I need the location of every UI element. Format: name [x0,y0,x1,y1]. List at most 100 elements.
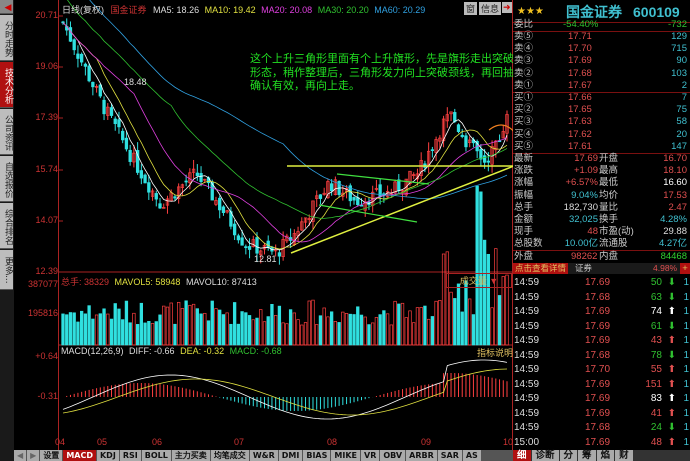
diff-line [62,359,508,420]
trade-row: 14:59 17.69 43 ⬆ 1 [514,335,689,346]
ma10-label: MA10: 19.42 [204,5,256,15]
volume-bar [352,314,356,346]
candle-body [139,170,144,179]
stat-value: +1.09 [573,165,598,177]
volume-bar [203,312,207,346]
sidebar-tab[interactable]: 技术分析 [0,62,13,108]
level-price: 17.70 [568,43,592,55]
trade-volume: 61 [650,320,662,332]
indicator-tab[interactable]: W&R [249,450,278,461]
stat-value: 4.27亿 [659,238,687,250]
volume-bar [307,300,311,346]
indicator-tab[interactable]: 设置 [40,450,63,461]
indicator-tab[interactable]: MACD [63,450,96,461]
volume-bar [173,323,177,346]
stat-value: 10.00亿 [564,238,598,250]
volume-bar [441,253,446,346]
volume-bar [240,311,244,346]
volume-bar [102,308,106,346]
info-button[interactable]: 信息 [479,2,502,15]
arrow-down-icon: ⬇ [667,320,676,332]
bid-row[interactable]: 买② 17.65 75 [513,104,690,116]
stat-value: 29.88 [663,226,687,238]
ask-row[interactable]: 卖② 17.68 103 [513,68,690,80]
trade-price: 17.69 [585,277,611,288]
scroll-left-icon[interactable]: ◀ [14,450,27,461]
indicator-tab[interactable]: DMI [278,450,303,461]
stat-value: 182,730 [563,201,598,213]
volume-bar [333,321,338,346]
bid-row[interactable]: 买④ 17.62 20 [513,129,690,141]
candle-body [318,194,323,199]
back-icon[interactable]: ◀ [0,0,13,14]
sidebar-tab[interactable]: 自选报价 [0,156,13,202]
trade-volume: 151 [645,378,662,390]
price-tick: 19.06 [35,61,58,71]
price-tick: 12.39 [35,266,58,276]
stat-label: 总手 [514,201,534,213]
indicator-tab[interactable]: 均笔成交 [210,450,249,461]
indicator-tab[interactable]: KDJ [96,450,119,461]
candle-body [91,81,95,88]
trade-time: 14:59 [514,407,540,419]
indicator-tab[interactable]: MIKE [331,450,360,461]
indicator-tab[interactable]: RSI [119,450,141,461]
bid-row[interactable]: 买⑤ 17.61 147 [513,141,690,153]
indicator-tab[interactable]: VR [361,450,380,461]
trade-price: 17.69 [585,320,611,332]
volume-bar [326,316,330,346]
level-label: 买② [514,104,534,116]
ask-row[interactable]: 卖③ 17.69 90 [513,55,690,67]
sidebar-tab[interactable]: 分时走势 [0,15,13,61]
volume-bar [329,311,334,346]
sidebar-tab[interactable]: 综合排名 [0,203,13,249]
candle-body [266,240,270,249]
sidebar-tab[interactable]: 更多... [0,250,13,290]
trade-volume: 74 [650,306,662,317]
candle-body [83,63,88,67]
volume-bar [128,322,132,346]
sidebar-tab[interactable]: 公司资讯 [0,109,13,155]
view-details-button[interactable]: 点击查看详情 [513,263,569,274]
indicator-tab[interactable]: BOLL [141,450,171,461]
expand-button[interactable]: + [680,263,690,274]
window-button[interactable]: 窗 [464,2,478,15]
detail-tab[interactable]: 焰 [596,450,615,461]
level-volume: 103 [671,67,687,79]
exit-icon[interactable]: ➜ [502,2,512,13]
detail-tab[interactable]: 细 [513,450,531,461]
ask-row[interactable]: 卖⑤ 17.71 129 [513,31,690,43]
detail-tab[interactable]: 筹 [578,450,596,461]
stat-label: 现手 [514,226,534,238]
ask-row[interactable]: 卖④ 17.70 715 [513,43,690,55]
ask-row[interactable]: 卖① 17.67 2 [513,80,690,92]
indicator-tab[interactable]: BIAS [303,450,331,461]
indicator-tab[interactable]: ARBR [406,450,437,461]
stat-value: 17.69 [574,153,598,164]
bid-row[interactable]: 买① 17.66 7 [513,92,690,104]
candle-body [109,107,114,116]
detail-tab[interactable]: 财 [615,450,633,461]
volume-bar [456,283,461,346]
detail-tab[interactable]: 分 [559,450,578,461]
detail-tab[interactable]: 诊断 [531,450,559,461]
ma20-label: MA20: 20.08 [261,5,313,15]
weibi-label: 委比 [514,19,534,30]
volume-bar [344,313,349,346]
arrow-up-icon: ⬆ [667,378,676,390]
weicha-value: -732 [667,19,687,30]
stat-row: 现手 48 市盈(动) 29.88 [513,226,690,238]
stat-row: 总股数 10.00亿 流通股 4.27亿 [513,238,690,250]
indicator-tab[interactable]: 主力买卖 [171,450,210,461]
stat-value: 4.28% [660,214,687,225]
candle-body [87,65,91,82]
scroll-right-icon[interactable]: ▶ [27,450,40,461]
indicator-tab[interactable]: SAR [437,450,462,461]
candle-body [430,149,435,152]
candle-body [199,173,203,182]
indicator-help-link[interactable]: 指标说明 [477,346,513,359]
indicator-tab[interactable]: AS [462,450,481,461]
indicator-tab[interactable]: OBV [380,450,406,461]
bid-row[interactable]: 买③ 17.63 58 [513,116,690,128]
indicator-select[interactable]: 成交量 ▼ [446,273,512,288]
